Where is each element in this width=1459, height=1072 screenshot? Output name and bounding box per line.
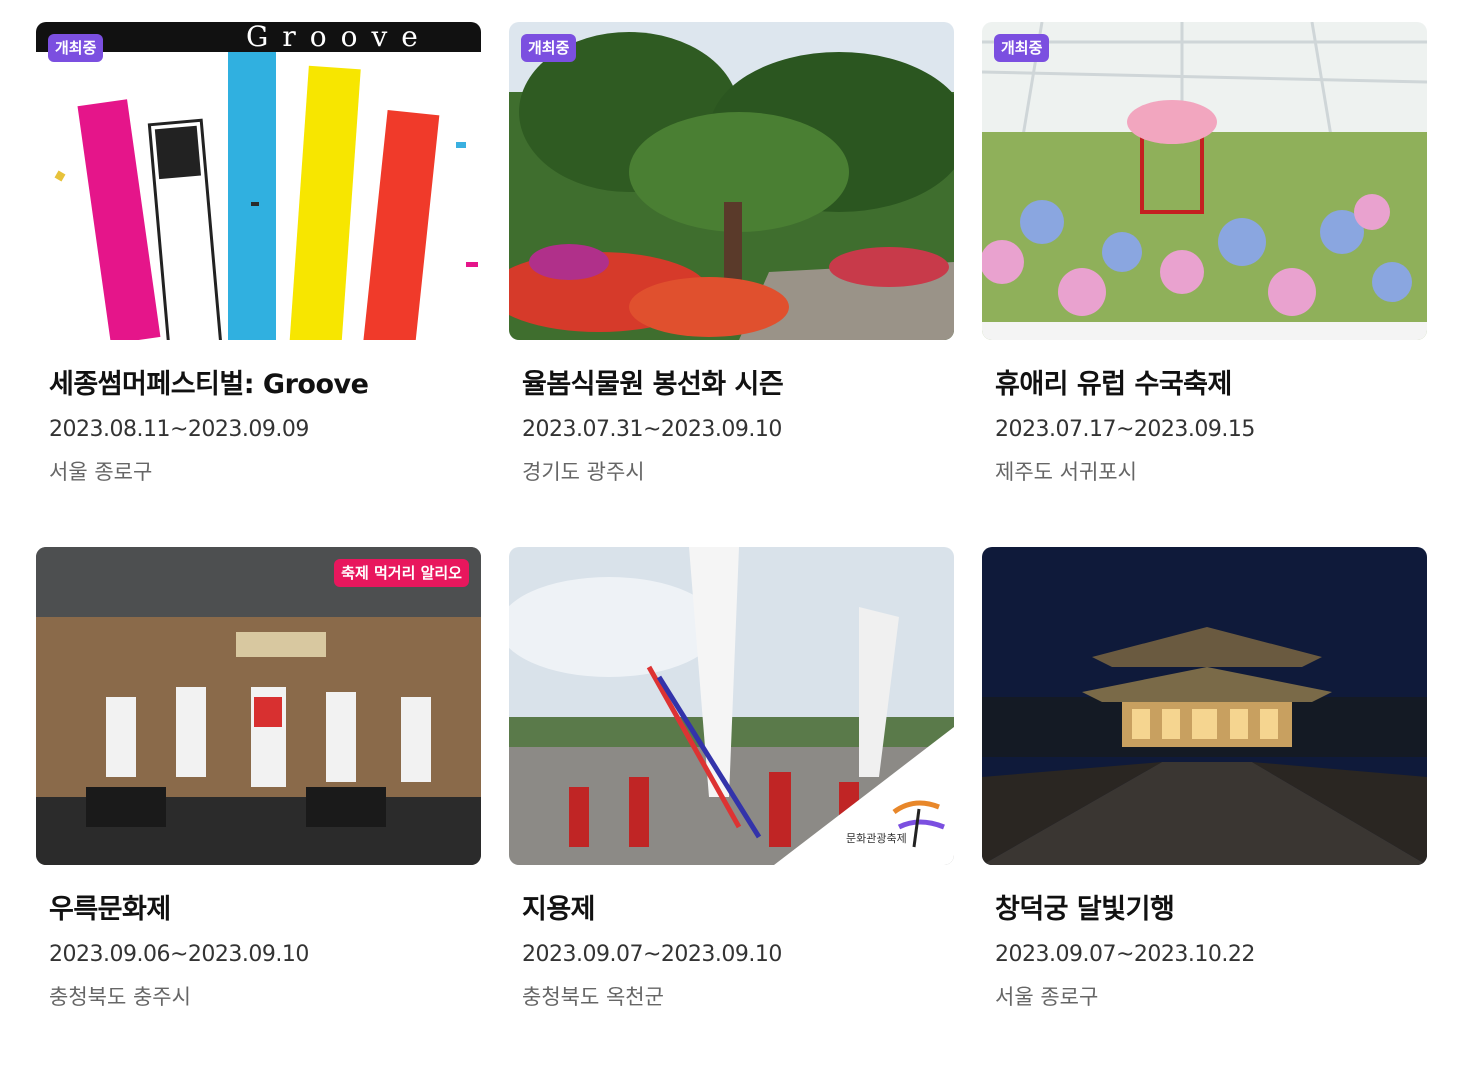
status-badge: 개최중: [521, 34, 577, 62]
festival-card[interactable]: Groove 개최중 세종썸머페스티벌: Groove 2023.08.11~2…: [36, 22, 481, 547]
festival-date: 2023.07.17~2023.09.15: [995, 417, 1255, 442]
festival-thumbnail[interactable]: Groove 개최중: [36, 22, 481, 340]
festival-thumbnail[interactable]: [982, 547, 1427, 865]
festival-thumbnail[interactable]: 문화관광축제: [509, 547, 954, 865]
festival-card[interactable]: 축제 먹거리 알리오 우륵문화제 2023.09.06~2023.09.10 충…: [36, 547, 481, 1072]
festival-date: 2023.09.07~2023.10.22: [995, 942, 1255, 967]
festival-title[interactable]: 우륵문화제: [49, 887, 481, 926]
festival-title[interactable]: 휴애리 유럽 수국축제: [995, 362, 1427, 401]
festival-location: 제주도 서귀포시: [995, 460, 1137, 484]
festival-grid: Groove 개최중 세종썸머페스티벌: Groove 2023.08.11~2…: [36, 22, 1427, 1072]
festival-thumbnail[interactable]: 개최중: [982, 22, 1427, 340]
corner-label: 문화관광축제: [846, 832, 907, 845]
status-badge: 개최중: [994, 34, 1050, 62]
festival-card[interactable]: 창덕궁 달빛기행 2023.09.07~2023.10.22 서울 종로구: [982, 547, 1427, 1072]
festival-title[interactable]: 지용제: [522, 887, 954, 926]
poster-image: Groove: [36, 22, 481, 340]
garden-photo: [509, 22, 954, 340]
hydrangea-photo: [982, 22, 1427, 340]
festival-location: 서울 종로구: [49, 460, 153, 484]
festival-title[interactable]: 세종썸머페스티벌: Groove: [49, 362, 481, 401]
festival-thumbnail[interactable]: 축제 먹거리 알리오: [36, 547, 481, 865]
festival-location: 서울 종로구: [995, 985, 1099, 1009]
festival-location: 경기도 광주시: [522, 460, 645, 484]
festival-date: 2023.07.31~2023.09.10: [522, 417, 782, 442]
poster-text: Groove: [246, 22, 432, 53]
food-badge: 축제 먹거리 알리오: [334, 559, 469, 587]
status-badge: 개최중: [48, 34, 104, 62]
festival-date: 2023.09.07~2023.09.10: [522, 942, 782, 967]
palace-night-photo: [982, 547, 1427, 865]
festival-card[interactable]: 문화관광축제 지용제 2023.09.07~2023.09.10 충청북도 옥천…: [509, 547, 954, 1072]
festival-card[interactable]: 개최중 율봄식물원 봉선화 시즌 2023.07.31~2023.09.10 경…: [509, 22, 954, 547]
parade-photo: 문화관광축제: [509, 547, 954, 865]
dance-stage-photo: [36, 547, 481, 865]
festival-card[interactable]: 개최중 휴애리 유럽 수국축제 2023.07.17~2023.09.15 제주…: [982, 22, 1427, 547]
festival-title[interactable]: 창덕궁 달빛기행: [995, 887, 1427, 926]
festival-location: 충청북도 옥천군: [522, 985, 664, 1009]
festival-date: 2023.09.06~2023.09.10: [49, 942, 309, 967]
festival-title[interactable]: 율봄식물원 봉선화 시즌: [522, 362, 954, 401]
festival-date: 2023.08.11~2023.09.09: [49, 417, 309, 442]
festival-thumbnail[interactable]: 개최중: [509, 22, 954, 340]
festival-location: 충청북도 충주시: [49, 985, 191, 1009]
